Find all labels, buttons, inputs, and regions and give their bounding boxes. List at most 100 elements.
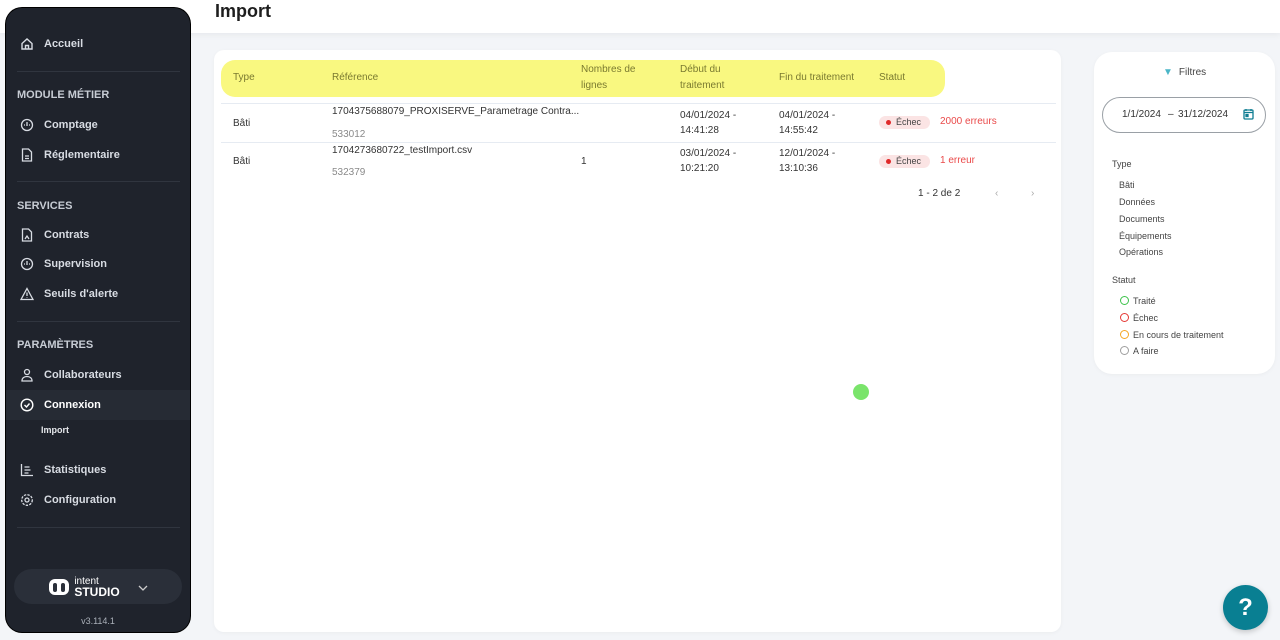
date-range-input[interactable]: 1/1/2024 – 31/12/2024: [1102, 97, 1266, 133]
sidebar-item-contrats[interactable]: Contrats: [6, 220, 190, 250]
radio-icon: [1120, 296, 1129, 305]
cell-end-time: 13:10:36: [779, 163, 818, 174]
table-header: Type Référence Nombres de lignes Début d…: [221, 60, 945, 97]
column-header-end[interactable]: Fin du traitement: [779, 70, 854, 86]
radio-icon: [1120, 313, 1129, 322]
status-option-label: Traité: [1133, 296, 1156, 306]
home-icon: [19, 36, 35, 52]
chevron-right-icon[interactable]: ›: [1031, 188, 1034, 199]
sidebar: Accueil MODULE MÉTIER Comptage Réglement…: [6, 8, 190, 632]
sidebar-item-configuration[interactable]: Configuration: [6, 485, 190, 515]
date-separator: –: [1168, 109, 1174, 120]
cursor-indicator: [853, 384, 869, 400]
cell-lines: 1: [581, 156, 587, 167]
cell-start-time: 14:41:28: [680, 125, 719, 136]
status-filter-label: Statut: [1112, 275, 1136, 285]
radio-icon: [1120, 346, 1129, 355]
sidebar-item-statistiques[interactable]: Statistiques: [6, 455, 190, 485]
sidebar-item-reglementaire[interactable]: Réglementaire: [6, 140, 190, 170]
sidebar-item-seuils[interactable]: Seuils d'alerte: [6, 279, 190, 309]
column-header-status[interactable]: Statut: [879, 70, 905, 86]
cell-reference: 1704375688079_PROXISERVE_Parametrage Con…: [332, 106, 580, 117]
pagination-label: 1 - 2 de 2: [918, 188, 961, 199]
sidebar-subitem-import[interactable]: Import: [41, 425, 69, 435]
column-header-lines[interactable]: Nombres de lignes: [581, 62, 651, 94]
sidebar-item-label: Statistiques: [44, 464, 107, 476]
type-option[interactable]: Équipements: [1119, 231, 1172, 241]
status-option-traite[interactable]: Traité: [1120, 296, 1156, 306]
status-badge: Échec: [879, 155, 931, 168]
sidebar-item-label: Connexion: [44, 399, 101, 411]
cell-type: Bâti: [233, 156, 251, 167]
table-row[interactable]: Bâti 1704273680722_testImport.csv 532379…: [221, 142, 1056, 181]
column-header-reference[interactable]: Référence: [332, 70, 378, 86]
sidebar-item-label: Configuration: [44, 494, 117, 506]
version-label: v3.114.1: [81, 616, 115, 626]
sidebar-item-comptage[interactable]: Comptage: [6, 110, 190, 140]
sidebar-item-collaborateurs[interactable]: Collaborateurs: [6, 360, 190, 390]
check-badge-icon: [19, 397, 35, 413]
type-option[interactable]: Documents: [1119, 214, 1165, 224]
section-title: PARAMÈTRES: [17, 339, 94, 351]
calendar-icon[interactable]: [1243, 108, 1254, 123]
table-row[interactable]: Bâti 1704375688079_PROXISERVE_Parametrag…: [221, 103, 1056, 142]
cell-start-date: 03/01/2024 -: [680, 148, 737, 159]
sidebar-item-label: Contrats: [44, 229, 90, 241]
cell-id: 533012: [332, 129, 366, 140]
cell-end-time: 14:55:42: [779, 125, 818, 136]
divider: [17, 71, 180, 72]
error-count-link[interactable]: 2000 erreurs: [940, 116, 997, 127]
radio-icon: [1120, 330, 1129, 339]
document-icon: [19, 147, 35, 163]
column-header-start[interactable]: Début du traitement: [680, 62, 740, 94]
status-option-label: Échec: [1133, 313, 1159, 323]
brand-bottom: STUDIO: [74, 584, 120, 599]
status-option-label: En cours de traitement: [1133, 330, 1224, 340]
contract-icon: [19, 227, 35, 243]
filter-icon: ▼: [1163, 67, 1173, 78]
chart-icon: [19, 462, 35, 478]
gauge-icon: [19, 256, 35, 272]
status-option-echec[interactable]: Échec: [1120, 313, 1158, 323]
sidebar-item-label: Accueil: [44, 38, 84, 50]
section-title: SERVICES: [17, 200, 73, 212]
filters-title: Filtres: [1178, 67, 1207, 78]
error-count-link[interactable]: 1 erreur: [940, 155, 975, 166]
divider: [17, 321, 180, 322]
sidebar-item-accueil[interactable]: Accueil: [6, 29, 190, 59]
sidebar-item-connexion[interactable]: Connexion: [6, 390, 190, 420]
type-option[interactable]: Bâti: [1119, 180, 1135, 190]
sidebar-item-label: Seuils d'alerte: [44, 288, 119, 300]
sidebar-item-label: Comptage: [44, 119, 98, 131]
divider: [17, 181, 180, 182]
divider: [17, 527, 180, 528]
cell-end-date: 04/01/2024 -: [779, 110, 836, 121]
cell-type: Bâti: [233, 118, 251, 129]
status-badge: Échec: [879, 116, 931, 129]
sidebar-item-label: Collaborateurs: [44, 369, 122, 381]
cell-reference: 1704273680722_testImport.csv: [332, 145, 473, 156]
cell-start-time: 10:21:20: [680, 163, 719, 174]
filters-panel: ▼ Filtres 1/1/2024 – 31/12/2024 Type Bâti…: [1094, 52, 1275, 374]
help-button[interactable]: ?: [1223, 585, 1268, 630]
cell-end-date: 12/01/2024 -: [779, 148, 836, 159]
chevron-down-icon: [138, 578, 148, 596]
sidebar-item-supervision[interactable]: Supervision: [6, 249, 190, 279]
top-bar: Import: [0, 0, 1280, 33]
type-option[interactable]: Données: [1119, 197, 1155, 207]
status-option-a-faire[interactable]: A faire: [1120, 346, 1159, 356]
status-option-en-cours[interactable]: En cours de traitement: [1120, 330, 1224, 340]
gauge-icon: [19, 117, 35, 133]
user-icon: [19, 367, 35, 383]
section-title: MODULE MÉTIER: [17, 89, 110, 101]
cell-start-date: 04/01/2024 -: [680, 110, 737, 121]
column-header-type[interactable]: Type: [233, 70, 255, 86]
cell-id: 532379: [332, 167, 366, 178]
gear-icon: [19, 492, 35, 508]
workspace-switcher[interactable]: intent STUDIO: [14, 569, 182, 604]
chevron-left-icon[interactable]: ‹: [995, 188, 998, 199]
type-filter-label: Type: [1112, 159, 1132, 169]
type-option[interactable]: Opérations: [1119, 247, 1163, 257]
date-start: 1/1/2024: [1122, 109, 1161, 120]
filters-header: ▼ Filtres: [1163, 67, 1206, 78]
